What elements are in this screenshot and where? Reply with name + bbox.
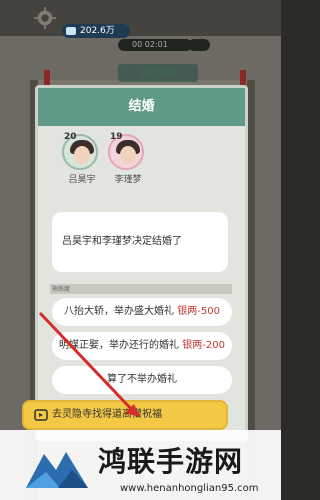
timer-display: 00 02:01 <box>118 39 192 51</box>
face-shape <box>74 146 90 164</box>
currency-display: 202.6万 <box>62 24 130 38</box>
timer-secondary <box>188 39 210 51</box>
gear-icon[interactable] <box>34 7 56 29</box>
timer-value: 00 02:01 <box>132 40 168 49</box>
watermark-url: www.henanhonglian95.com <box>120 483 259 494</box>
watermark-title: 鸿联手游网 <box>98 445 244 478</box>
dialog-message: 吕昊宇和李瑾梦决定结婚了 <box>52 212 228 272</box>
watermark-bar: 鸿联手游网 www.henanhonglian95.com <box>0 430 281 500</box>
progress-label: 熟练度 <box>52 286 71 293</box>
name-groom: 吕昊宇 <box>68 175 96 185</box>
top-bar <box>0 0 281 36</box>
silver-icon <box>66 27 76 35</box>
progress-bar: 熟练度 <box>50 284 232 294</box>
character-card-bride[interactable]: 19 李瑾梦 <box>108 132 148 185</box>
age-groom: 20 <box>64 132 77 142</box>
dialog-title: 结婚 <box>38 88 245 126</box>
pointer-arrow <box>38 311 140 417</box>
option-cost: 银两-200 <box>182 340 225 351</box>
site-logo <box>26 452 88 488</box>
name-bride: 李瑾梦 <box>114 175 142 185</box>
currency-value: 202.6万 <box>80 26 115 36</box>
family-banner: 吕氏家族 <box>118 64 198 82</box>
character-card-groom[interactable]: 20 吕昊宇 <box>62 132 102 185</box>
age-bride: 19 <box>110 132 123 142</box>
face-shape <box>120 146 136 164</box>
option-cost: 银两-500 <box>177 306 220 317</box>
